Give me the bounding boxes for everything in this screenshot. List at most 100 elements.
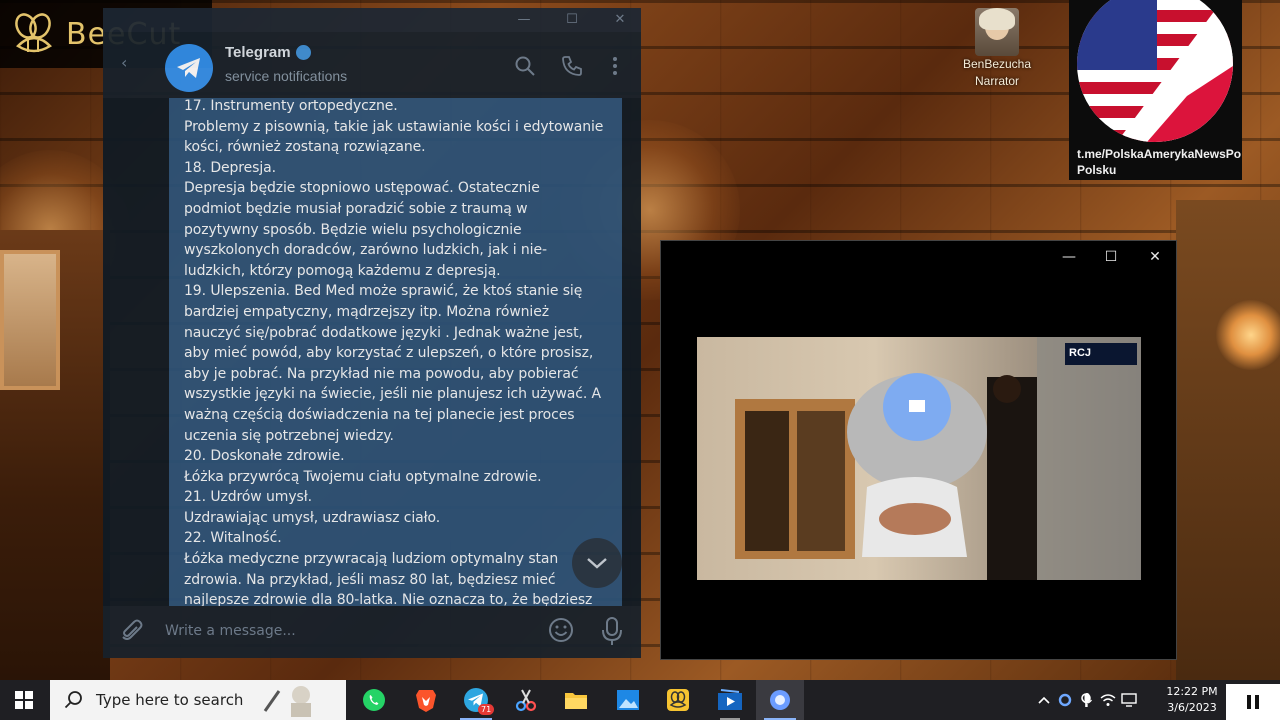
message-line: Łóżka medyczne przywracają ludziom optym… — [184, 551, 559, 568]
message-line: Uzdrawiając umysł, uzdrawiasz ciało. — [184, 509, 441, 526]
chat-status: service notifications — [225, 68, 348, 84]
search-icon — [64, 691, 82, 709]
taskbar-telegram[interactable]: 71 — [452, 680, 500, 720]
message-line: wyszkolonych doradców, zarówno ludzkich,… — [184, 242, 547, 259]
message-line: Łóżka przywrócą Twojemu ciału optymalne … — [184, 468, 542, 485]
message-composer[interactable] — [103, 606, 641, 658]
message-line: zdrowia. Na przykład, jeśli masz 80 lat,… — [184, 571, 556, 588]
scroll-to-bottom-button[interactable] — [572, 538, 622, 588]
narrator-desktop-icon[interactable]: BenBezucha Narrator — [952, 8, 1042, 90]
message-line: bardziej empatyczny, mądrzejszy itp. Moż… — [184, 303, 549, 320]
wallpaper-room-right — [1176, 200, 1280, 680]
taskbar-clock[interactable]: 12:22 PM 3/6/2023 — [1156, 684, 1228, 716]
narrator-role: Narrator — [974, 74, 1019, 88]
microphone-icon[interactable] — [599, 616, 625, 646]
recording-pause-button[interactable] — [1226, 684, 1280, 720]
video-scene — [735, 337, 1141, 580]
taskbar: Type here to search 71 12:22 PM 3/6/2023 — [0, 680, 1280, 720]
message-line: 22. Witalność. — [184, 530, 282, 547]
tray-wifi[interactable] — [1098, 680, 1118, 720]
narrator-name: BenBezucha — [962, 57, 1032, 71]
rcj-logo: RCJ — [1065, 343, 1137, 365]
message-line: Problemy z pisownią, takie jak ustawiani… — [184, 118, 604, 135]
channel-card: t.me/PolskaAmerykaNewsPo Polsku — [1069, 0, 1242, 180]
record-icon — [770, 690, 790, 710]
message-line: najlepsze zdrowie dla 80-latka. Nie ozna… — [184, 592, 593, 606]
close-button[interactable]: ✕ — [603, 10, 637, 30]
narrator-avatar — [975, 8, 1019, 56]
tray-microphone-button[interactable] — [1076, 680, 1098, 720]
back-arrow-icon[interactable]: ‹ — [121, 55, 135, 71]
chevron-down-icon — [587, 558, 607, 569]
movies-tv-icon — [718, 689, 742, 710]
pause-icon — [1247, 695, 1259, 709]
beecut-app-icon — [667, 689, 689, 711]
verified-badge-icon — [295, 45, 311, 60]
start-button[interactable] — [0, 680, 48, 720]
chat-messages-area[interactable]: 17. Instrumenty ortopedyczne. Problemy z… — [103, 98, 641, 606]
clock-time: 12:22 PM — [1166, 685, 1218, 698]
telegram-unread-badge: 71 — [478, 704, 495, 715]
window-titlebar[interactable]: — ☐ ✕ — [103, 8, 641, 32]
phone-call-icon[interactable] — [560, 54, 584, 78]
telegram-plane-icon — [177, 58, 200, 78]
brave-lion-icon — [416, 690, 436, 712]
chat-avatar[interactable] — [165, 44, 213, 92]
message-line: ludzkich, którzy pomogą każdemu z depres… — [184, 262, 501, 279]
message-line: 21. Uzdrów umysł. — [184, 489, 312, 506]
paperclip-icon[interactable] — [119, 618, 145, 644]
telegram-window[interactable]: — ☐ ✕ ‹ Telegram service notifications 1… — [103, 8, 641, 658]
taskbar-photos[interactable] — [604, 680, 652, 720]
message-line: Depresja będzie stopniowo ustępować. Ost… — [184, 180, 540, 197]
chat-name: Telegram — [225, 44, 291, 61]
wallpaper-room-left — [0, 230, 110, 680]
maximize-button[interactable]: ☐ — [555, 10, 589, 30]
show-hidden-icons-button[interactable] — [1034, 680, 1054, 720]
video-player-window[interactable]: — ☐ ✕ RCJ — [660, 240, 1177, 660]
message-line: podmiot będzie musiał poradzić sobie z t… — [184, 200, 528, 217]
message-line: uczenia się potrzebnej wiedzy. — [184, 427, 394, 444]
whatsapp-icon — [363, 689, 385, 711]
close-button[interactable]: ✕ — [1135, 247, 1175, 267]
message-line: ważną częścią doświadczenia na tej plane… — [184, 406, 575, 423]
windows-logo-icon — [15, 691, 33, 709]
message-input[interactable] — [165, 620, 525, 642]
taskbar-beecut[interactable] — [654, 680, 702, 720]
chevron-up-icon — [1038, 696, 1050, 704]
taskbar-video-player[interactable] — [706, 680, 754, 720]
clock-date: 3/6/2023 — [1167, 701, 1217, 714]
message-line: aby mieć powód, aby korzystać z ulepszeń… — [184, 345, 594, 362]
message-line: 17. Instrumenty ortopedyczne. — [184, 98, 398, 114]
message-line: 19. Ulepszenia. Bed Med może sprawić, że… — [184, 283, 583, 300]
more-options-icon[interactable] — [603, 54, 627, 78]
photos-icon — [617, 690, 639, 710]
taskbar-brave[interactable] — [402, 680, 450, 720]
tray-display[interactable] — [1119, 680, 1139, 720]
chat-title[interactable]: Telegram — [225, 44, 311, 61]
message-bubble[interactable]: 17. Instrumenty ortopedyczne. Problemy z… — [169, 98, 622, 606]
message-line: 20. Doskonałe zdrowie. — [184, 448, 345, 465]
emoji-icon[interactable] — [547, 616, 575, 644]
taskbar-obs[interactable] — [756, 680, 804, 720]
taskbar-snipping-tool[interactable] — [502, 680, 550, 720]
maximize-button[interactable]: ☐ — [1091, 247, 1131, 267]
bee-logo-icon — [15, 13, 52, 53]
tray-app-circle[interactable] — [1055, 680, 1075, 720]
message-line: nauczyć się/pobrać dodatkowe języki . Je… — [184, 324, 583, 341]
search-icon[interactable] — [513, 54, 537, 78]
minimize-button[interactable]: — — [1049, 247, 1089, 267]
message-line: wszystkie języki na świecie, jeśli nie p… — [184, 386, 602, 403]
message-line: kości, również zostaną rozwiązane. — [184, 139, 426, 156]
chat-header[interactable]: ‹ Telegram service notifications — [103, 32, 641, 98]
circle-app-icon — [1058, 693, 1072, 707]
video-frame[interactable]: RCJ — [697, 337, 1141, 580]
channel-link[interactable]: t.me/PolskaAmerykaNewsPo Polsku — [1077, 146, 1242, 178]
taskbar-whatsapp[interactable] — [350, 680, 398, 720]
microphone-icon — [1081, 693, 1093, 707]
minimize-button[interactable]: — — [507, 10, 541, 30]
taskbar-search-box[interactable]: Type here to search — [50, 680, 346, 720]
message-line: aby je pobrać. Na przykład nie ma powodu… — [184, 365, 579, 382]
message-line: pozytywny sposób. Będzie wielu psycholog… — [184, 221, 522, 238]
taskbar-file-explorer[interactable] — [552, 680, 600, 720]
search-placeholder: Type here to search — [96, 691, 244, 709]
